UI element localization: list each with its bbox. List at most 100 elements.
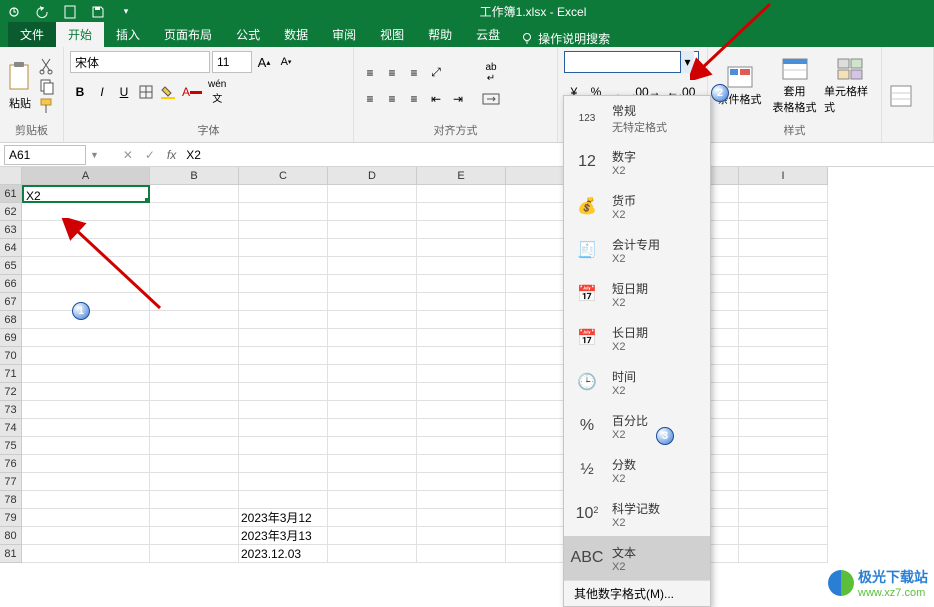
grow-font-button[interactable]: A▴ [254, 51, 274, 73]
cell[interactable] [739, 437, 828, 455]
formula-input[interactable] [182, 148, 934, 162]
row-header[interactable]: 80 [0, 527, 22, 545]
cell[interactable] [739, 527, 828, 545]
phonetic-button[interactable]: wén文 [206, 81, 228, 103]
cell[interactable] [150, 203, 239, 221]
tell-me-search[interactable]: 操作说明搜索 [512, 30, 618, 47]
underline-button[interactable]: U [114, 81, 134, 103]
cell[interactable] [739, 293, 828, 311]
indent-inc-button[interactable]: ⇥ [448, 88, 468, 110]
tab-cloud[interactable]: 云盘 [464, 22, 512, 47]
cell[interactable] [417, 527, 506, 545]
row-header[interactable]: 74 [0, 419, 22, 437]
cell[interactable] [150, 473, 239, 491]
row-headers[interactable]: 6162636465666768697071727374757677787980… [0, 185, 22, 605]
cell[interactable] [417, 347, 506, 365]
cell[interactable] [22, 347, 150, 365]
row-header[interactable]: 63 [0, 221, 22, 239]
tab-review[interactable]: 审阅 [320, 22, 368, 47]
cell[interactable] [150, 491, 239, 509]
format-item-货币[interactable]: 💰货币X2 [564, 184, 710, 228]
cell[interactable] [150, 293, 239, 311]
worksheet-grid[interactable]: ABCDEHI 61626364656667686970717273747576… [0, 167, 934, 605]
font-size-combo[interactable] [212, 51, 252, 73]
cell[interactable] [739, 311, 828, 329]
cell[interactable] [739, 239, 828, 257]
cell[interactable] [239, 455, 328, 473]
number-format-dropdown-icon[interactable]: ▾ [680, 51, 694, 73]
cell[interactable] [328, 221, 417, 239]
row-header[interactable]: 77 [0, 473, 22, 491]
row-header[interactable]: 67 [0, 293, 22, 311]
wrap-text-button[interactable]: ab↵ [480, 62, 502, 84]
cell[interactable] [150, 383, 239, 401]
cell[interactable]: 2023年3月13 [239, 527, 328, 545]
cell[interactable] [239, 365, 328, 383]
cell[interactable] [22, 203, 150, 221]
cell[interactable] [150, 239, 239, 257]
cell[interactable]: 2023年3月12 [239, 509, 328, 527]
column-header[interactable]: I [739, 167, 828, 185]
cell[interactable] [417, 419, 506, 437]
border-button[interactable] [136, 81, 156, 103]
cell[interactable] [739, 257, 828, 275]
cell[interactable] [150, 365, 239, 383]
cell[interactable] [417, 293, 506, 311]
cell[interactable] [739, 365, 828, 383]
cell[interactable] [328, 473, 417, 491]
column-header[interactable]: A [22, 167, 150, 185]
cell[interactable] [417, 383, 506, 401]
cell[interactable] [239, 473, 328, 491]
cell[interactable] [739, 203, 828, 221]
row-header[interactable]: 79 [0, 509, 22, 527]
cell[interactable] [239, 239, 328, 257]
format-item-时间[interactable]: 🕒时间X2 [564, 360, 710, 404]
cell[interactable] [328, 275, 417, 293]
new-icon[interactable] [60, 3, 80, 21]
cell[interactable] [328, 455, 417, 473]
column-header[interactable]: B [150, 167, 239, 185]
row-header[interactable]: 72 [0, 383, 22, 401]
cell[interactable] [328, 239, 417, 257]
row-header[interactable]: 70 [0, 347, 22, 365]
tab-file[interactable]: 文件 [8, 22, 56, 47]
cell[interactable] [22, 401, 150, 419]
cell[interactable] [417, 437, 506, 455]
orientation-button[interactable]: ⤢ [426, 62, 446, 84]
cell[interactable] [739, 221, 828, 239]
cell[interactable] [328, 545, 417, 563]
cell[interactable] [417, 329, 506, 347]
cell[interactable] [328, 527, 417, 545]
cell[interactable] [150, 401, 239, 419]
cell[interactable] [417, 545, 506, 563]
name-box-dropdown-icon[interactable]: ▼ [90, 150, 117, 160]
align-left-button[interactable]: ≡ [360, 88, 380, 110]
cell[interactable] [22, 383, 150, 401]
cell[interactable] [150, 329, 239, 347]
cell[interactable] [239, 419, 328, 437]
tab-home[interactable]: 开始 [56, 22, 104, 47]
cell[interactable] [22, 257, 150, 275]
row-header[interactable]: 65 [0, 257, 22, 275]
cell[interactable] [417, 221, 506, 239]
row-header[interactable]: 76 [0, 455, 22, 473]
cell[interactable] [150, 311, 239, 329]
select-all-corner[interactable] [0, 167, 22, 185]
fill-handle[interactable] [145, 198, 150, 203]
tab-formulas[interactable]: 公式 [224, 22, 272, 47]
cell[interactable] [22, 221, 150, 239]
cell[interactable] [417, 257, 506, 275]
cell[interactable] [150, 527, 239, 545]
copy-icon[interactable] [38, 77, 56, 95]
font-name-combo[interactable] [70, 51, 210, 73]
cell[interactable] [22, 419, 150, 437]
cell[interactable] [22, 455, 150, 473]
cell[interactable] [328, 419, 417, 437]
tab-data[interactable]: 数据 [272, 22, 320, 47]
cell[interactable] [417, 401, 506, 419]
align-top-button[interactable]: ≡ [360, 62, 380, 84]
indent-dec-button[interactable]: ⇤ [426, 88, 446, 110]
cell[interactable] [417, 491, 506, 509]
row-header[interactable]: 68 [0, 311, 22, 329]
cell[interactable] [328, 509, 417, 527]
